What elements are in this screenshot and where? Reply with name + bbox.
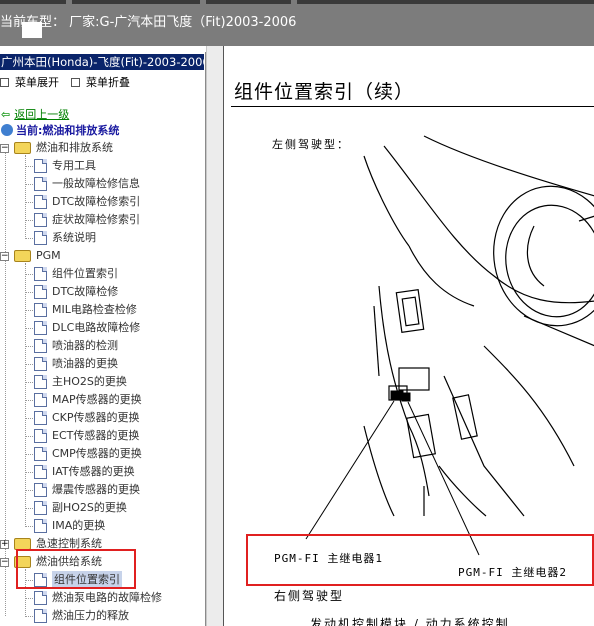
document-icon: [34, 231, 47, 245]
document-icon: [34, 447, 47, 461]
expand-icon: [0, 78, 9, 87]
title-bar: 当前车型： 厂家:G-广汽本田飞度（Fit)2003-2006: [0, 0, 594, 46]
collapse-toggle-icon[interactable]: −: [0, 144, 9, 153]
collapse-toggle-icon[interactable]: −: [0, 558, 9, 567]
document-icon: [34, 483, 47, 497]
current-section: 当前:燃油和排放系统: [1, 122, 119, 138]
folder-icon: [14, 250, 31, 262]
document-icon: [34, 357, 47, 371]
document-icon: [34, 393, 47, 407]
document-icon: [34, 465, 47, 479]
document-icon: [34, 609, 47, 623]
collapse-menu-button[interactable]: 菜单折叠: [71, 74, 130, 90]
document-icon: [34, 159, 47, 173]
document-icon: [34, 429, 47, 443]
sidebar-scrollbar[interactable]: [206, 46, 223, 626]
expand-menu-button[interactable]: 菜单展开: [0, 74, 59, 90]
document-icon: [34, 591, 47, 605]
document-icon: [34, 285, 47, 299]
document-icon: [34, 501, 47, 515]
collapse-toggle-icon[interactable]: −: [0, 252, 9, 261]
highlight-box-content: [246, 534, 594, 586]
collapse-icon: [71, 78, 80, 87]
window-top-strip: [0, 0, 594, 4]
current-vehicle-label: 当前车型： 厂家:G-广汽本田飞度（Fit)2003-2006: [0, 15, 297, 30]
expand-toggle-icon[interactable]: +: [0, 540, 9, 549]
right-drive-label: 右侧驾驶型: [274, 589, 345, 603]
globe-icon: [1, 124, 13, 136]
document-icon: [34, 519, 47, 533]
document-icon: [34, 411, 47, 425]
clipped-text: 发动机控制模块 / 动力系统控制: [310, 617, 510, 626]
document-icon: [34, 375, 47, 389]
document-icon: [34, 267, 47, 281]
document-icon: [34, 177, 47, 191]
document-icon: [34, 339, 47, 353]
folder-icon: [14, 142, 31, 154]
document-icon: [34, 321, 47, 335]
back-link[interactable]: ⇦ 返回上一级: [1, 106, 69, 122]
document-icon: [34, 303, 47, 317]
sidebar-selected-title[interactable]: 广州本田(Honda)-飞度(Fit)-2003-2006: [0, 54, 204, 70]
white-square-icon: [22, 22, 42, 38]
document-icon: [34, 195, 47, 209]
back-arrow-icon: ⇦: [1, 108, 11, 121]
document-icon: [34, 213, 47, 227]
highlight-box-sidebar: [16, 549, 136, 589]
